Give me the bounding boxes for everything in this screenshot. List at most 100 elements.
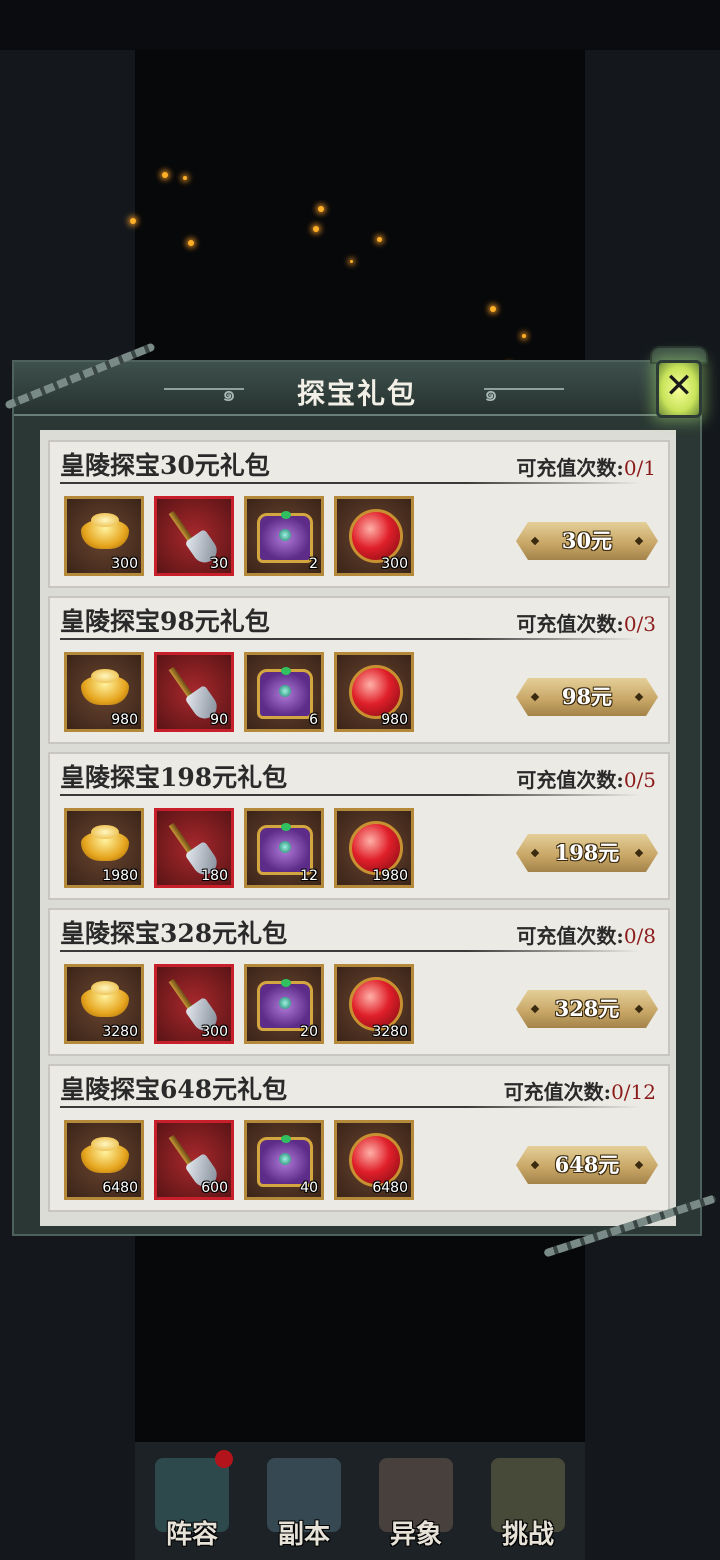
reward-item[interactable]: 6480 xyxy=(64,1120,144,1200)
ember-particle xyxy=(183,176,187,180)
item-quantity: 980 xyxy=(381,712,408,728)
button-ornament xyxy=(634,536,644,546)
reward-item[interactable]: 6480 xyxy=(334,1120,414,1200)
item-quantity: 1980 xyxy=(102,868,138,884)
buy-button[interactable]: 328元 xyxy=(516,990,658,1028)
purchase-limit: 可充值次数:0/8 xyxy=(516,920,656,949)
button-ornament xyxy=(530,1160,540,1170)
purchase-limit: 可充值次数:0/5 xyxy=(516,764,656,793)
limit-label: 可充值次数: xyxy=(516,924,624,948)
dialog-title: 探宝礼包 xyxy=(296,377,417,410)
button-ornament xyxy=(530,536,540,546)
reward-item[interactable]: 20 xyxy=(244,964,324,1044)
limit-count: 0/3 xyxy=(623,612,656,636)
button-ornament xyxy=(530,692,540,702)
gift-pack-row: 皇陵探宝30元礼包 可充值次数:0/1 300 30 2 300 30元 xyxy=(48,440,670,588)
limit-label: 可充值次数: xyxy=(516,768,624,792)
reward-item[interactable]: 980 xyxy=(334,652,414,732)
button-ornament xyxy=(634,1004,644,1014)
pack-name: 皇陵探宝648元礼包 xyxy=(60,1075,288,1104)
reward-item[interactable]: 12 xyxy=(244,808,324,888)
reward-item[interactable]: 600 xyxy=(154,1120,234,1200)
nav-tab-lineup[interactable]: 阵容 xyxy=(137,1442,247,1560)
buy-button[interactable]: 198元 xyxy=(516,834,658,872)
ember-particle xyxy=(318,206,324,212)
nav-tab-phenomenon[interactable]: 异象 xyxy=(361,1442,471,1560)
ember-particle xyxy=(350,260,353,263)
gift-pack-row: 皇陵探宝198元礼包 可充值次数:0/5 1980 180 12 1980 198… xyxy=(48,752,670,900)
limit-label: 可充值次数: xyxy=(503,1080,612,1104)
button-ornament xyxy=(634,692,644,702)
limit-count: 0/12 xyxy=(611,1080,656,1104)
bottom-nav: 阵容 副本 异象 挑战 xyxy=(135,1442,585,1560)
pack-list[interactable]: 皇陵探宝30元礼包 可充值次数:0/1 300 30 2 300 30元 皇陵探宝… xyxy=(40,430,676,1226)
price-label: 30元 xyxy=(561,528,613,553)
pack-divider xyxy=(60,638,640,640)
limit-count: 0/5 xyxy=(623,768,656,792)
pack-divider xyxy=(60,482,640,484)
reward-item[interactable]: 30 xyxy=(154,496,234,576)
item-quantity: 6480 xyxy=(102,1180,138,1196)
button-ornament xyxy=(634,1160,644,1170)
reward-item[interactable]: 6 xyxy=(244,652,324,732)
buy-button[interactable]: 648元 xyxy=(516,1146,658,1184)
purchase-limit: 可充值次数:0/3 xyxy=(516,608,656,637)
purchase-limit: 可充值次数:0/1 xyxy=(516,452,656,481)
ember-particle xyxy=(162,172,168,178)
item-quantity: 300 xyxy=(111,556,138,572)
reward-item[interactable]: 90 xyxy=(154,652,234,732)
button-ornament xyxy=(634,848,644,858)
item-quantity: 980 xyxy=(111,712,138,728)
gift-pack-row: 皇陵探宝98元礼包 可充值次数:0/3 980 90 6 980 98元 xyxy=(48,596,670,744)
price-label: 328元 xyxy=(554,996,620,1021)
nav-tab-dungeon[interactable]: 副本 xyxy=(249,1442,359,1560)
gift-pack-dialog: ๑ ๑ 探宝礼包 皇陵探宝30元礼包 可充值次数:0/1 300 30 2 300… xyxy=(12,360,702,1236)
reward-item[interactable]: 300 xyxy=(64,496,144,576)
limit-count: 0/1 xyxy=(623,456,656,480)
buy-button[interactable]: 30元 xyxy=(516,522,658,560)
pack-name: 皇陵探宝98元礼包 xyxy=(60,607,270,636)
gift-pack-row: 皇陵探宝328元礼包 可充值次数:0/8 3280 300 20 3280 328… xyxy=(48,908,670,1056)
item-quantity: 3280 xyxy=(102,1024,138,1040)
item-quantity: 30 xyxy=(210,556,228,572)
gift-pack-row: 皇陵探宝648元礼包 可充值次数:0/12 6480 600 40 6480 64… xyxy=(48,1064,670,1212)
pack-name: 皇陵探宝198元礼包 xyxy=(60,763,288,792)
reward-item[interactable]: 1980 xyxy=(64,808,144,888)
nav-tab-challenge[interactable]: 挑战 xyxy=(473,1442,583,1560)
reward-item[interactable]: 3280 xyxy=(64,964,144,1044)
nav-label: 异象 xyxy=(389,1520,442,1550)
buy-button[interactable]: 98元 xyxy=(516,678,658,716)
pack-name: 皇陵探宝30元礼包 xyxy=(60,451,270,480)
ember-particle xyxy=(188,240,194,246)
close-button[interactable]: ✕ xyxy=(648,338,710,426)
item-quantity: 180 xyxy=(201,868,228,884)
limit-label: 可充值次数: xyxy=(516,456,624,480)
reward-item[interactable]: 980 xyxy=(64,652,144,732)
reward-item[interactable]: 40 xyxy=(244,1120,324,1200)
item-quantity: 1980 xyxy=(372,868,408,884)
ember-particle xyxy=(522,334,526,338)
close-icon: ✕ xyxy=(664,366,694,406)
price-label: 648元 xyxy=(554,1152,620,1177)
button-ornament xyxy=(530,848,540,858)
item-quantity: 6 xyxy=(309,712,318,728)
ember-particle xyxy=(313,226,319,232)
ember-particle xyxy=(130,218,136,224)
reward-item[interactable]: 3280 xyxy=(334,964,414,1044)
item-quantity: 90 xyxy=(210,712,228,728)
purchase-limit: 可充值次数:0/12 xyxy=(504,1076,656,1105)
reward-item[interactable]: 180 xyxy=(154,808,234,888)
reward-item[interactable]: 2 xyxy=(244,496,324,576)
price-label: 198元 xyxy=(554,840,620,865)
limit-label: 可充值次数: xyxy=(516,612,624,636)
item-quantity: 3280 xyxy=(372,1024,408,1040)
reward-item[interactable]: 300 xyxy=(154,964,234,1044)
pack-name: 皇陵探宝328元礼包 xyxy=(60,919,288,948)
reward-item[interactable]: 1980 xyxy=(334,808,414,888)
button-ornament xyxy=(530,1004,540,1014)
nav-label: 副本 xyxy=(277,1520,330,1550)
notification-dot xyxy=(215,1450,233,1468)
reward-item[interactable]: 300 xyxy=(334,496,414,576)
item-quantity: 40 xyxy=(300,1180,318,1196)
nav-label: 阵容 xyxy=(165,1520,218,1550)
